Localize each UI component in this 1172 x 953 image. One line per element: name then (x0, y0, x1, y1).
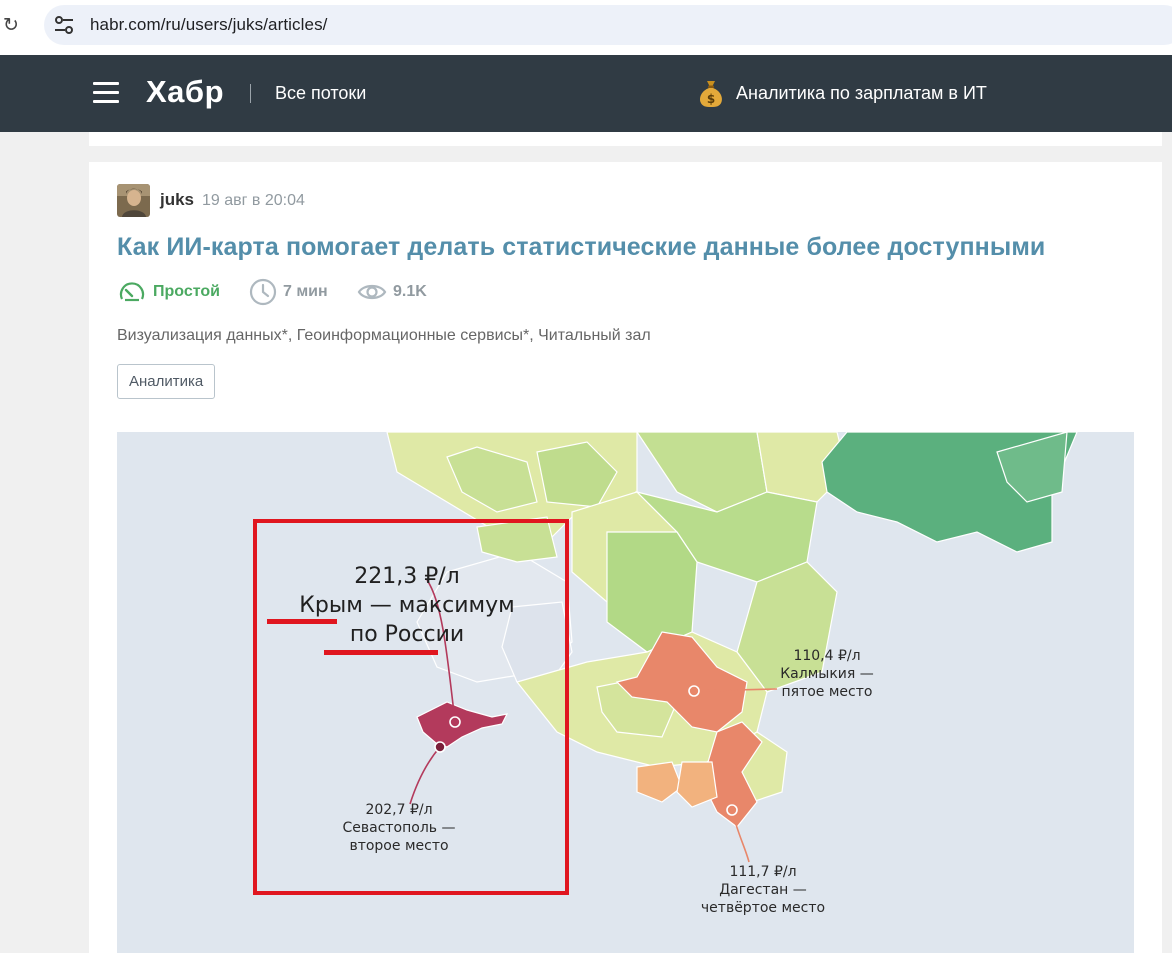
hub-link[interactable]: Читальный зал (538, 327, 651, 344)
hubs-list: Визуализация данных*, Геоинформационные … (117, 326, 651, 346)
dagestan-label: 111,7 ₽/л Дагестан — четвёртое место (693, 863, 833, 917)
site-header: Хабр Все потоки $ Аналитика по зарплатам… (0, 55, 1172, 132)
label-line: Дагестан — (719, 882, 807, 898)
crimea-title: Крым — максимум (299, 593, 515, 618)
callout-underline (324, 650, 438, 655)
label-line: Калмыкия — (780, 666, 874, 682)
salary-analytics-link[interactable]: Аналитика по зарплатам в ИТ (736, 82, 987, 104)
clock-icon (249, 278, 277, 306)
label-line: Севастополь — (342, 820, 456, 836)
label-line: четвёртое место (700, 900, 826, 916)
article-tag[interactable]: Аналитика (117, 364, 216, 399)
author-name[interactable]: juks (160, 190, 194, 210)
label-line: 111,7 ₽/л (729, 864, 797, 880)
kalmykia-label: 110,4 ₽/л Калмыкия — пятое место (757, 647, 897, 701)
complexity-label: Простой (153, 283, 220, 300)
author-avatar[interactable] (117, 184, 150, 217)
hub-separator: , (287, 327, 297, 344)
address-bar[interactable]: habr.com/ru/users/juks/articles/ (44, 5, 1172, 45)
complexity-badge: Простой (117, 278, 220, 306)
site-logo[interactable]: Хабр (146, 73, 224, 111)
views-count: 9.1K (357, 278, 427, 306)
money-bag-icon: $ (700, 81, 722, 107)
site-settings-icon[interactable] (53, 15, 75, 35)
callout-underline (267, 619, 337, 624)
article-map-image[interactable]: 221,3 ₽/л Крым — максимум по России 202,… (117, 432, 1134, 953)
hamburger-menu-icon[interactable] (93, 82, 119, 104)
browser-toolbar: ↻ habr.com/ru/users/juks/articles/ (0, 0, 1172, 55)
crimea-price: 221,3 ₽/л (354, 564, 460, 589)
crimea-subtitle: по России (349, 622, 465, 647)
svg-text:$: $ (707, 92, 715, 106)
sevastopol-label: 202,7 ₽/л Севастополь — второе место (329, 801, 469, 855)
article-title[interactable]: Как ИИ-карта помогает делать статистичес… (117, 232, 1045, 262)
reload-icon[interactable]: ↻ (2, 14, 20, 36)
article-card: juks 19 авг в 20:04 Как ИИ-карта помогае… (89, 162, 1162, 953)
previous-card (89, 132, 1162, 146)
header-divider (250, 84, 251, 103)
all-flows-link[interactable]: Все потоки (275, 82, 366, 104)
complexity-gauge-icon (119, 282, 145, 302)
publish-date: 19 авг в 20:04 (202, 192, 305, 209)
hub-link[interactable]: Геоинформационные сервисы* (297, 327, 530, 344)
url-text[interactable]: habr.com/ru/users/juks/articles/ (90, 15, 328, 35)
views-label: 9.1K (393, 283, 427, 300)
label-line: второе место (349, 838, 449, 854)
label-line: пятое место (781, 684, 873, 700)
label-line: 202,7 ₽/л (365, 802, 433, 818)
hub-separator: , (529, 327, 539, 344)
eye-icon (357, 284, 387, 300)
hub-link[interactable]: Визуализация данных* (117, 327, 288, 344)
reading-time: 7 мин (249, 278, 328, 306)
label-line: 110,4 ₽/л (793, 648, 861, 664)
crimea-callout: 221,3 ₽/л Крым — максимум по России (257, 562, 557, 649)
reading-time-label: 7 мин (283, 283, 328, 300)
